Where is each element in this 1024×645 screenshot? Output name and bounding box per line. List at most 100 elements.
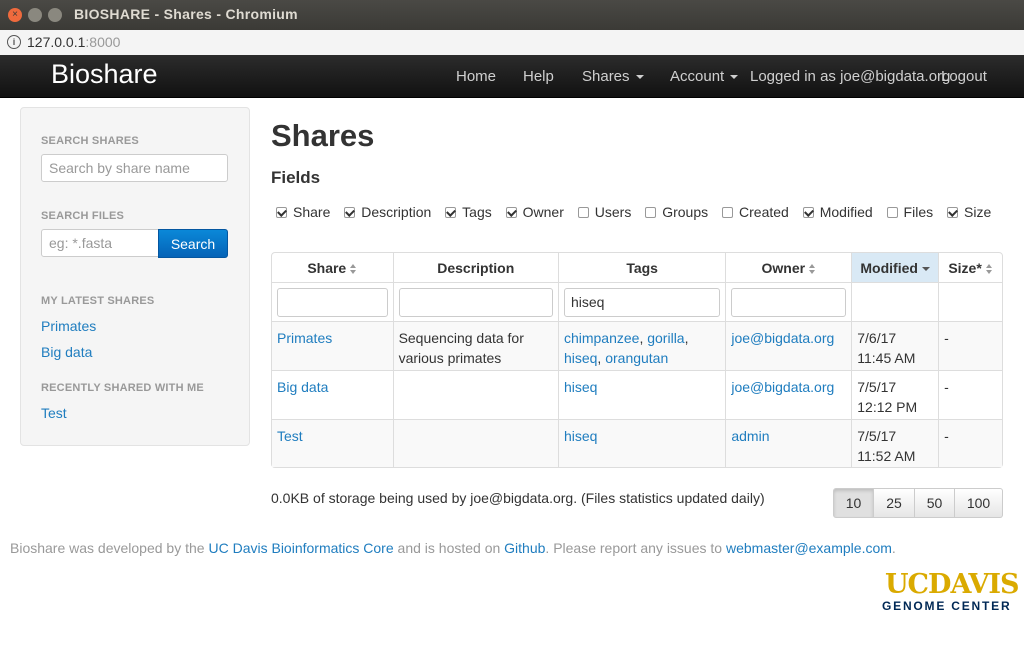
checkbox[interactable] [276,207,287,218]
checkbox[interactable] [344,207,356,218]
storage-usage-text: 0.0KB of storage being used by joe@bigda… [271,490,765,506]
field-toggles: Share Description Tags Owner Users Group… [276,204,1001,220]
page-size-10-button[interactable]: 10 [833,488,874,518]
page-size-selector: 10 25 50 100 [833,488,1003,518]
field-toggle-created[interactable]: Created [722,204,789,220]
owner-link[interactable]: admin [731,428,769,444]
search-files-button[interactable]: Search [158,229,228,258]
filter-cell [725,282,852,321]
column-header-label: Size* [948,259,982,276]
filter-share-input[interactable] [277,287,388,317]
column-header-label: Description [437,259,515,276]
column-header-share[interactable]: Share [272,253,393,282]
field-toggle-share[interactable]: Share [276,204,330,220]
share-link[interactable]: Big data [277,379,328,395]
modified-cell: 7/5/17 12:12 PM [851,370,939,419]
logout-link[interactable]: Logout [941,68,987,85]
share-link[interactable]: Test [277,428,303,444]
tag-link[interactable]: hiseq [564,379,597,395]
recent-share-link[interactable]: Test [41,405,67,421]
page-size-100-button[interactable]: 100 [955,488,1003,518]
field-toggle-users[interactable]: Users [577,204,632,220]
field-toggle-groups[interactable]: Groups [645,204,708,220]
search-files-heading: SEARCH FILES [41,210,125,222]
search-files-input[interactable] [41,229,159,257]
filter-cell [557,282,726,321]
tag-link[interactable]: hiseq [564,350,597,366]
field-label: Owner [522,204,564,220]
share-cell: Primates [272,321,393,370]
column-header-label: Share [307,259,347,276]
modified-time: 12:12 PM [857,399,918,415]
filter-description-input[interactable] [398,287,553,317]
tag-link[interactable]: orangutan [605,350,668,366]
column-header-owner[interactable]: Owner [725,253,851,282]
window-close-button[interactable]: × [8,8,22,22]
owner-link[interactable]: joe@bigdata.org [731,330,834,346]
tag-link[interactable]: chimpanzee [564,330,640,346]
recently-shared-heading: RECENTLY SHARED WITH ME [41,382,204,394]
column-header-tags: Tags [557,253,725,282]
field-label: Created [739,204,789,220]
share-link[interactable]: Primates [277,330,332,346]
owner-cell: joe@bigdata.org [725,321,852,370]
modified-cell: 7/5/17 11:52 AM [851,419,939,467]
checkbox[interactable] [802,207,814,218]
field-toggle-owner[interactable]: Owner [505,204,564,220]
field-label: Users [594,204,632,220]
window-maximize-button[interactable] [48,8,62,22]
window-minimize-button[interactable] [28,8,42,22]
nav-shares-dropdown[interactable]: Shares [582,68,644,85]
field-toggle-files[interactable]: Files [886,204,934,220]
field-toggle-modified[interactable]: Modified [802,204,873,220]
brand-logo[interactable]: Bioshare [51,59,158,90]
latest-share-link[interactable]: Big data [41,344,92,360]
owner-link[interactable]: joe@bigdata.org [731,379,834,395]
field-label: Tags [462,204,492,220]
tag-link[interactable]: gorilla [647,330,684,346]
column-header-modified[interactable]: Modified [851,253,939,282]
page-size-50-button[interactable]: 50 [915,488,955,518]
checkbox[interactable] [445,207,457,218]
bioinformatics-core-link[interactable]: UC Davis Bioinformatics Core [208,540,393,556]
nav-account-dropdown[interactable]: Account [670,68,739,85]
field-toggle-size[interactable]: Size [947,204,991,220]
logo-line-2: GENOME CENTER [882,599,1012,613]
checkbox[interactable] [505,207,517,218]
checkbox[interactable] [722,207,734,218]
field-label: Share [293,204,331,220]
page-size-25-button[interactable]: 25 [874,488,915,518]
checkbox[interactable] [577,207,589,218]
checkbox[interactable] [886,207,898,218]
size-cell: - [938,321,1002,370]
nav-help[interactable]: Help [523,68,554,85]
footer-text: Bioshare was developed by the [10,540,209,556]
tag-link[interactable]: hiseq [564,428,597,444]
page-title: Shares [271,118,375,153]
field-label: Groups [662,204,709,220]
nav-home[interactable]: Home [456,68,496,85]
search-shares-input[interactable] [41,154,228,182]
webmaster-email-link[interactable]: webmaster@example.com [726,540,892,556]
field-label: Modified [819,204,873,220]
column-header-size[interactable]: Size* [938,253,1002,282]
checkbox[interactable] [645,207,657,218]
footer-text: and is hosted on [393,540,505,556]
address-bar[interactable]: i 127.0.0.1:8000 [0,30,1024,56]
nav-shares-label: Shares [582,68,630,85]
checkbox[interactable] [947,207,958,218]
size-cell: - [938,419,1002,467]
latest-share-link[interactable]: Primates [41,318,96,334]
url-text[interactable]: 127.0.0.1:8000 [27,34,120,50]
modified-date: 7/6/17 [857,330,897,346]
filter-tags-input[interactable] [563,287,721,317]
field-label: Files [903,204,934,220]
field-toggle-description[interactable]: Description [344,204,431,220]
info-icon[interactable]: i [7,35,21,49]
filter-owner-input[interactable] [731,287,847,317]
field-toggle-tags[interactable]: Tags [445,204,492,220]
github-link[interactable]: Github [504,540,545,556]
nav-account-label: Account [670,68,725,85]
tags-cell: chimpanzee, gorilla, hiseq, orangutan [557,321,726,370]
shares-table: Share Description Tags Owner Modified Si… [271,252,1003,468]
